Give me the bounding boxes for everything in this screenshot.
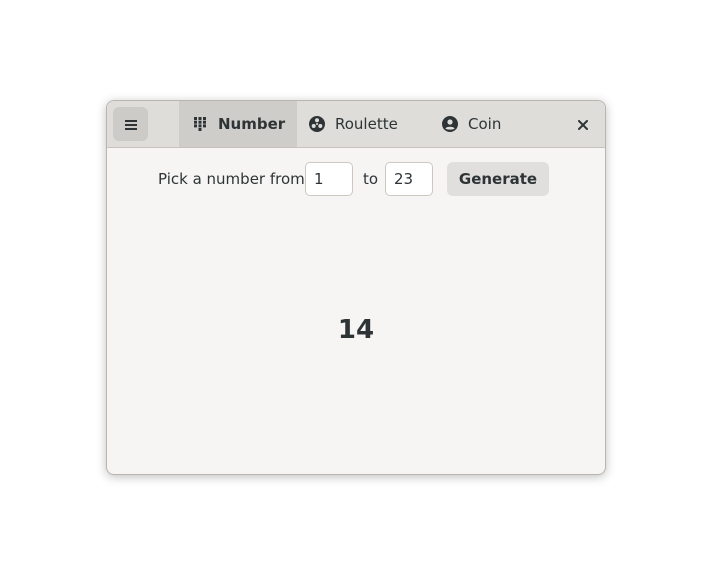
tab-number-label: Number: [218, 115, 286, 133]
dialpad-icon: [192, 116, 208, 132]
range-from-label: Pick a number from: [158, 170, 305, 188]
range-to-input[interactable]: [385, 162, 433, 196]
tab-roulette-label: Roulette: [335, 115, 398, 133]
generate-button[interactable]: Generate: [447, 162, 549, 196]
header-bar: Number Roulette Coin: [107, 101, 605, 148]
range-to-label: to: [363, 170, 379, 188]
range-from-input[interactable]: [305, 162, 353, 196]
app-window: Number Roulette Coin Pick a number from …: [106, 100, 606, 475]
tab-coin-label: Coin: [468, 115, 502, 133]
roulette-icon: [309, 116, 325, 132]
range-row: Pick a number from to Generate: [107, 162, 605, 196]
coin-icon: [442, 116, 458, 132]
hamburger-menu-icon: [124, 115, 137, 134]
close-icon: [578, 115, 588, 134]
main-menu-button[interactable]: [113, 107, 148, 141]
tab-number[interactable]: Number: [179, 101, 297, 147]
tab-coin[interactable]: Coin: [423, 101, 553, 147]
close-button[interactable]: [572, 113, 594, 135]
result-number: 14: [337, 315, 375, 345]
tab-roulette[interactable]: Roulette: [297, 101, 423, 147]
